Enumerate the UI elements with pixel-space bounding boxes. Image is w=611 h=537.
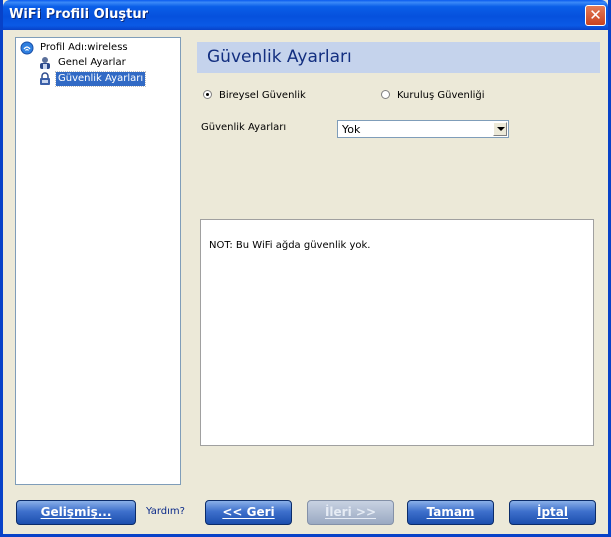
back-button[interactable]: << Geri <box>205 500 292 525</box>
radio-selected-icon <box>203 90 212 99</box>
next-button[interactable]: İleri >> <box>307 500 394 525</box>
cancel-button[interactable]: İptal <box>509 500 596 525</box>
note-box: NOT: Bu WiFi ağda güvenlik yok. <box>200 219 594 446</box>
users-icon <box>40 57 50 69</box>
security-type-select[interactable]: Yok <box>337 120 509 138</box>
wifi-globe-icon <box>20 41 34 55</box>
dialog-window: WiFi Profili Oluştur ✕ Profil Adı:wirele… <box>0 0 611 537</box>
tree-root-label: Profil Adı:wireless <box>40 42 128 53</box>
security-settings-label: Güvenlik Ayarları <box>201 122 287 133</box>
lock-icon <box>40 72 50 85</box>
profile-tree: Profil Adı:wireless Genel Ayarlar Güvenl… <box>15 37 181 485</box>
close-button[interactable]: ✕ <box>585 5 606 26</box>
radio-enterprise-label: Kuruluş Güvenliği <box>397 90 485 101</box>
tree-general-label: Genel Ayarlar <box>58 57 126 68</box>
advanced-button[interactable]: Gelişmiş... <box>16 500 136 525</box>
window-title: WiFi Profili Oluştur <box>9 7 148 22</box>
radio-personal-label: Bireysel Güvenlik <box>219 90 306 101</box>
section-header: Güvenlik Ayarları <box>197 42 600 73</box>
radio-unselected-icon <box>381 90 390 99</box>
chevron-down-icon[interactable] <box>493 122 507 136</box>
help-link[interactable]: Yardım? <box>146 506 185 517</box>
close-icon: ✕ <box>589 6 602 24</box>
tree-security-label: Güvenlik Ayarları <box>54 71 147 87</box>
ok-button[interactable]: Tamam <box>407 500 494 525</box>
note-text: NOT: Bu WiFi ağda güvenlik yok. <box>209 240 371 251</box>
title-bar[interactable]: WiFi Profili Oluştur ✕ <box>3 0 608 30</box>
security-type-value: Yok <box>342 123 361 136</box>
